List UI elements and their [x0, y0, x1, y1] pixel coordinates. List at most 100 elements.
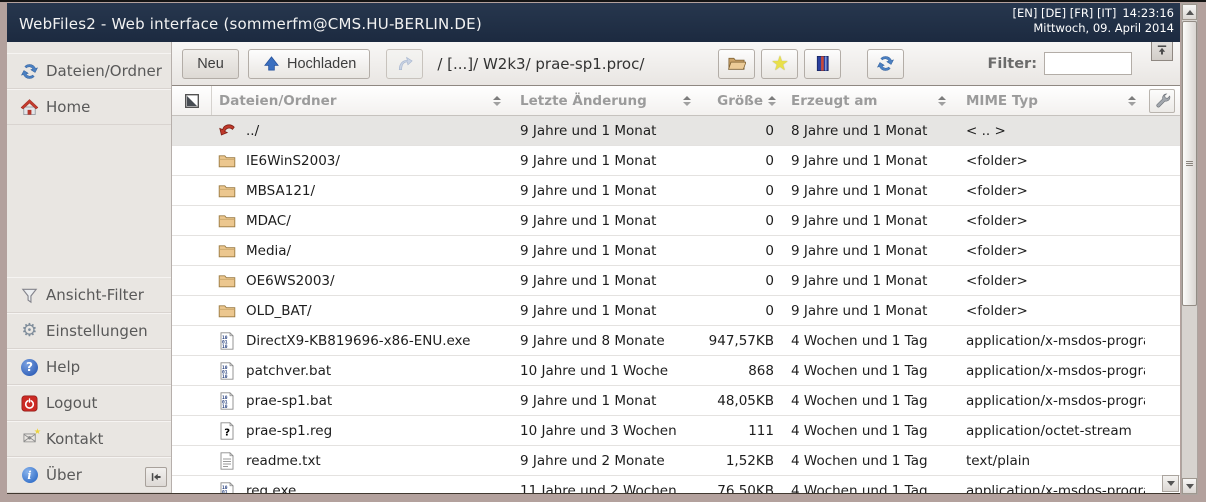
table-row[interactable]: readme.txt 9 Jahre und 2 Monate 1,52KB 4…: [172, 446, 1180, 476]
unknown-file-icon: [217, 421, 237, 441]
file-name[interactable]: OE6WS2003/: [246, 273, 335, 289]
table-row[interactable]: patchver.bat 10 Jahre und 1 Woche 868 4 …: [172, 356, 1180, 386]
open-folder-button[interactable]: [718, 49, 755, 79]
sidebar-item-logout[interactable]: Logout: [7, 385, 171, 421]
filter-input[interactable]: [1044, 52, 1132, 75]
file-name[interactable]: patchver.bat: [246, 363, 331, 379]
column-header-size[interactable]: Größe: [700, 86, 778, 115]
mail-icon: [20, 430, 39, 449]
chevron-down-icon: [1186, 484, 1194, 489]
sort-icon: [1128, 96, 1136, 106]
table-row[interactable]: MBSA121/ 9 Jahre und 1 Monat 0 9 Jahre u…: [172, 176, 1180, 206]
mime-cell: <folder>: [955, 273, 1145, 289]
folder-icon: [217, 151, 237, 171]
table-row[interactable]: Media/ 9 Jahre und 1 Monat 0 9 Jahre und…: [172, 236, 1180, 266]
modified-cell: 9 Jahre und 1 Monat: [510, 123, 700, 139]
scrollbar-up-button[interactable]: [1182, 4, 1197, 20]
bookmarks-button[interactable]: [804, 49, 841, 79]
sidebar-item-dateien-ordner[interactable]: Dateien/Ordner: [7, 53, 171, 89]
parent-dir-icon: [217, 121, 237, 141]
scroll-to-top-button[interactable]: [1151, 42, 1173, 61]
file-name[interactable]: MBSA121/: [246, 183, 315, 199]
select-all-toggle[interactable]: [172, 86, 212, 115]
sidebar-item-ansicht-filter[interactable]: Ansicht-Filter: [7, 277, 171, 313]
sort-icon: [938, 96, 946, 106]
file-name[interactable]: MDAC/: [246, 213, 291, 229]
upload-button[interactable]: Hochladen: [248, 49, 370, 79]
size-cell: 868: [700, 363, 778, 379]
modified-cell: 9 Jahre und 8 Monate: [510, 333, 700, 349]
sidebar-collapse-button[interactable]: [145, 467, 167, 487]
breadcrumb[interactable]: / [...]/ W2k3/ prae-sp1.proc/: [437, 55, 644, 73]
modified-cell: 9 Jahre und 2 Monate: [510, 453, 700, 469]
toolbar: Neu Hochladen / [...]/ W2k3/ prae-sp1.pr…: [172, 42, 1180, 86]
file-name[interactable]: Media/: [246, 243, 291, 259]
titlebar: WebFiles2 - Web interface (sommerfm@CMS.…: [7, 3, 1180, 42]
sidebar-item-label: Dateien/Ordner: [46, 62, 162, 80]
modified-cell: 9 Jahre und 1 Monat: [510, 243, 700, 259]
file-name[interactable]: reg.exe: [246, 483, 296, 494]
file-name[interactable]: OLD_BAT/: [246, 303, 312, 319]
filter-label: Filter:: [987, 56, 1037, 72]
file-name[interactable]: prae-sp1.reg: [246, 423, 332, 439]
redo-icon: [395, 54, 414, 73]
created-cell: 4 Wochen und 1 Tag: [778, 453, 955, 469]
language-links[interactable]: [EN] [DE] [FR] [IT]: [1012, 6, 1116, 21]
info-icon: i: [20, 466, 39, 485]
column-config-button[interactable]: [1149, 89, 1175, 113]
sidebar-item-home[interactable]: Home: [7, 89, 171, 125]
refresh-button[interactable]: [867, 49, 904, 79]
size-cell: 111: [700, 423, 778, 439]
size-cell: 76,50KB: [700, 483, 778, 494]
mime-cell: < .. >: [955, 123, 1145, 139]
created-cell: 9 Jahre und 1 Monat: [778, 153, 955, 169]
redo-button: [386, 49, 423, 79]
gear-icon: [20, 322, 39, 341]
table-row[interactable]: prae-sp1.bat 9 Jahre und 1 Monat 48,05KB…: [172, 386, 1180, 416]
column-header-created[interactable]: Erzeugt am: [778, 86, 955, 115]
size-cell: 0: [700, 123, 778, 139]
sidebar-item-label: Logout: [46, 394, 97, 412]
file-name[interactable]: IE6WinS2003/: [246, 153, 340, 169]
file-name[interactable]: readme.txt: [246, 453, 321, 469]
sidebar-item-kontakt[interactable]: Kontakt: [7, 421, 171, 457]
file-name[interactable]: ../: [246, 123, 259, 139]
mime-cell: <folder>: [955, 213, 1145, 229]
window-scrollbar[interactable]: [1181, 3, 1198, 495]
favorites-button[interactable]: [761, 49, 798, 79]
scrollbar-down-button[interactable]: [1182, 478, 1197, 494]
date-display: Mittwoch, 09. April 2014: [1033, 21, 1174, 35]
sidebar-item-help[interactable]: ? Help: [7, 349, 171, 385]
table-row[interactable]: MDAC/ 9 Jahre und 1 Monat 0 9 Jahre und …: [172, 206, 1180, 236]
scrollbar-thumb[interactable]: [1182, 21, 1197, 306]
created-cell: 9 Jahre und 1 Monat: [778, 183, 955, 199]
file-name[interactable]: prae-sp1.bat: [246, 393, 332, 409]
table-row[interactable]: reg.exe 11 Jahre und 2 Wochen 76,50KB 4 …: [172, 476, 1180, 493]
size-cell: 0: [700, 213, 778, 229]
folder-icon: [217, 271, 237, 291]
upload-icon: [262, 54, 281, 73]
folder-open-icon: [727, 54, 746, 73]
table-row[interactable]: ../ 9 Jahre und 1 Monat 0 8 Jahre und 1 …: [172, 116, 1180, 146]
table-row[interactable]: OLD_BAT/ 9 Jahre und 1 Monat 0 9 Jahre u…: [172, 296, 1180, 326]
table-scroll-down-button[interactable]: [1162, 475, 1179, 492]
column-header-modified[interactable]: Letzte Änderung: [510, 86, 700, 115]
table-row[interactable]: prae-sp1.reg 10 Jahre und 3 Wochen 111 4…: [172, 416, 1180, 446]
column-header-name[interactable]: Dateien/Ordner: [212, 86, 510, 115]
created-cell: 4 Wochen und 1 Tag: [778, 363, 955, 379]
created-cell: 4 Wochen und 1 Tag: [778, 333, 955, 349]
column-header-mime[interactable]: MIME Typ: [955, 86, 1145, 115]
table-row[interactable]: DirectX9-KB819696-x86-ENU.exe 9 Jahre un…: [172, 326, 1180, 356]
binary-file-icon: [217, 331, 237, 351]
file-name[interactable]: DirectX9-KB819696-x86-ENU.exe: [246, 333, 470, 349]
modified-cell: 9 Jahre und 1 Monat: [510, 393, 700, 409]
modified-cell: 9 Jahre und 1 Monat: [510, 303, 700, 319]
sidebar-item-label: Ansicht-Filter: [46, 286, 144, 304]
mime-cell: application/x-msdos-program: [955, 393, 1145, 409]
sidebar-item-label: Kontakt: [46, 430, 103, 448]
modified-cell: 9 Jahre und 1 Monat: [510, 213, 700, 229]
table-row[interactable]: OE6WS2003/ 9 Jahre und 1 Monat 0 9 Jahre…: [172, 266, 1180, 296]
sidebar-item-einstellungen[interactable]: Einstellungen: [7, 313, 171, 349]
new-button[interactable]: Neu: [182, 49, 239, 79]
table-row[interactable]: IE6WinS2003/ 9 Jahre und 1 Monat 0 9 Jah…: [172, 146, 1180, 176]
